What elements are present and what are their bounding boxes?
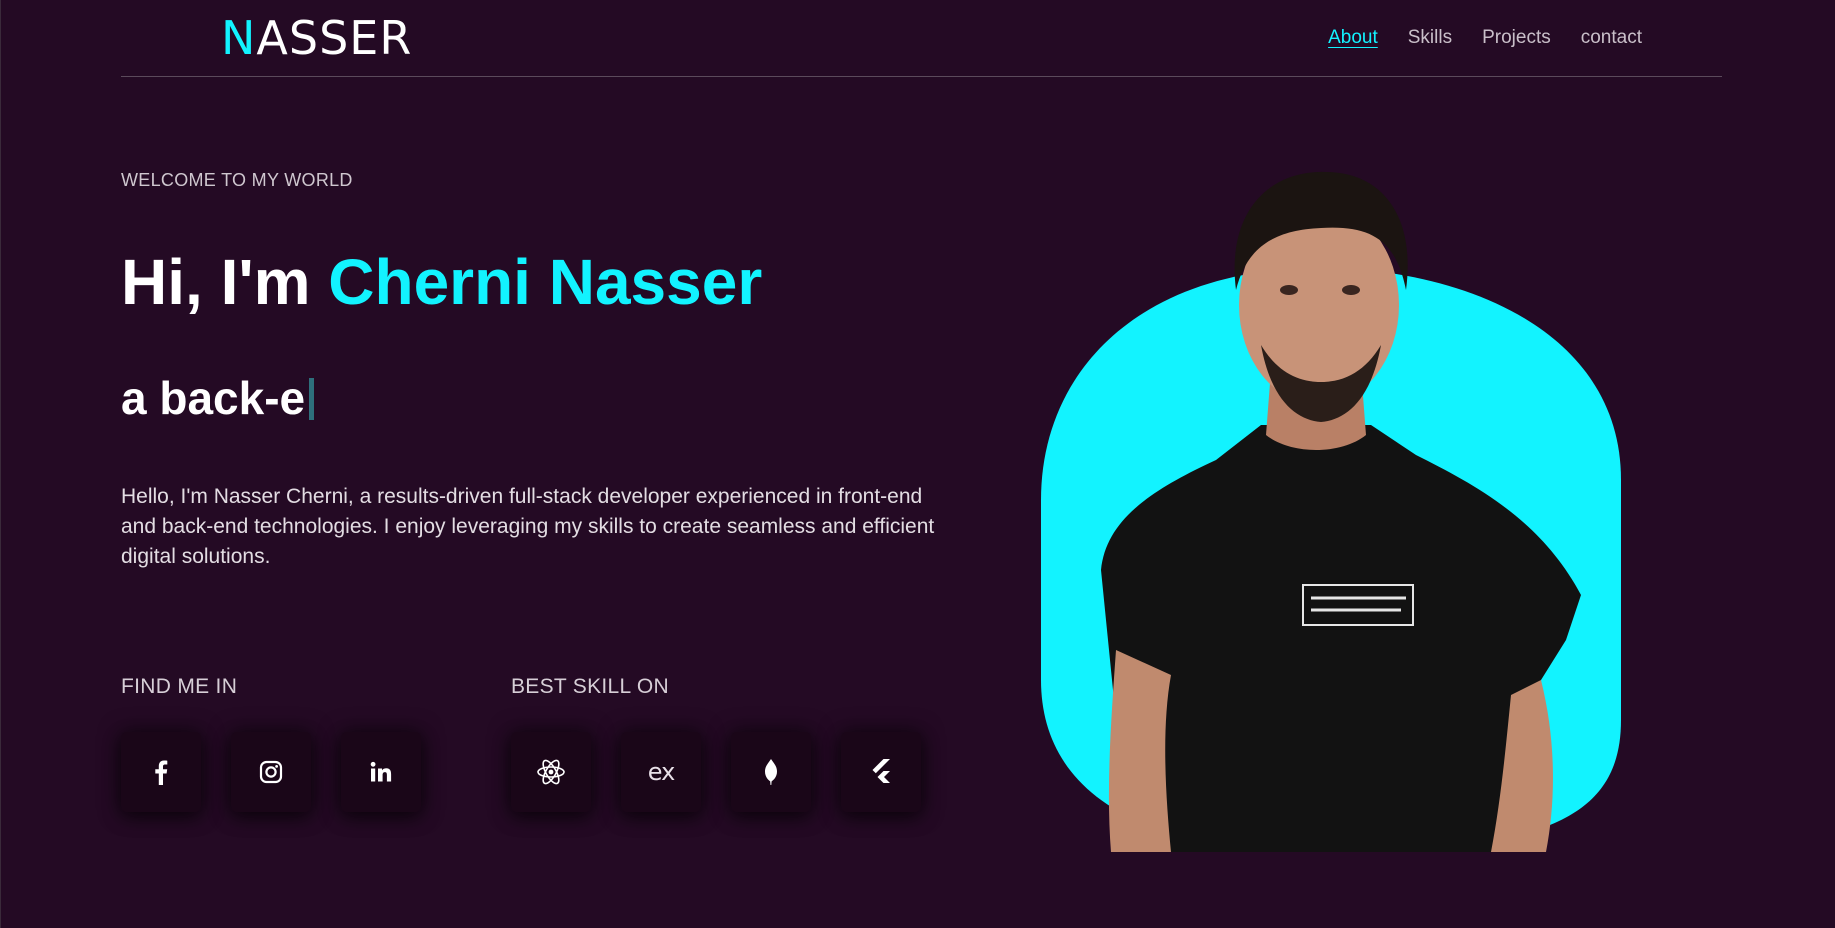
nav-skills[interactable]: Skills (1408, 24, 1452, 52)
header: NASSER About Skills Projects contact (121, 0, 1722, 77)
facebook-button[interactable] (121, 732, 201, 812)
instagram-icon (259, 760, 283, 784)
flutter-icon (872, 759, 890, 783)
nav-contact[interactable]: contact (1581, 24, 1642, 52)
skill-icons: ex (511, 732, 921, 812)
typing-cursor (309, 378, 315, 420)
welcome-text: WELCOME TO MY WORLD (121, 170, 353, 190)
react-button[interactable] (511, 732, 591, 812)
intro-paragraph: Hello, I'm Nasser Cherni, a results-driv… (121, 485, 935, 568)
mongodb-icon (765, 759, 777, 785)
express-icon: ex (647, 758, 676, 786)
main-nav: About Skills Projects contact (1328, 24, 1642, 52)
skills-title: BEST SKILL ON (511, 675, 669, 698)
typed-role: a back-e (121, 370, 315, 426)
greeting-name: Cherni Nasser (328, 246, 763, 318)
express-button[interactable]: ex (621, 732, 701, 812)
portrait-arm-left (1108, 650, 1171, 852)
react-icon (537, 759, 565, 785)
greeting-prefix: Hi, I'm (121, 246, 329, 318)
instagram-button[interactable] (231, 732, 311, 812)
flutter-button[interactable] (841, 732, 921, 812)
logo-initial: N (221, 11, 257, 65)
social-links (121, 732, 421, 812)
linkedin-icon (370, 761, 392, 782)
typed-text: a back-e (121, 372, 306, 424)
hero-heading: Hi, I'm Cherni Nasser (121, 245, 762, 319)
mongodb-button[interactable] (731, 732, 811, 812)
nav-projects[interactable]: Projects (1482, 24, 1551, 52)
profile-photo (1041, 171, 1621, 852)
linkedin-button[interactable] (341, 732, 421, 812)
facebook-icon (155, 760, 168, 785)
logo[interactable]: NASSER (221, 10, 412, 66)
page: NASSER About Skills Projects contact WEL… (0, 0, 1835, 928)
nav-about[interactable]: About (1328, 24, 1378, 52)
social-title: FIND ME IN (121, 675, 238, 698)
logo-rest: ASSER (256, 11, 413, 65)
